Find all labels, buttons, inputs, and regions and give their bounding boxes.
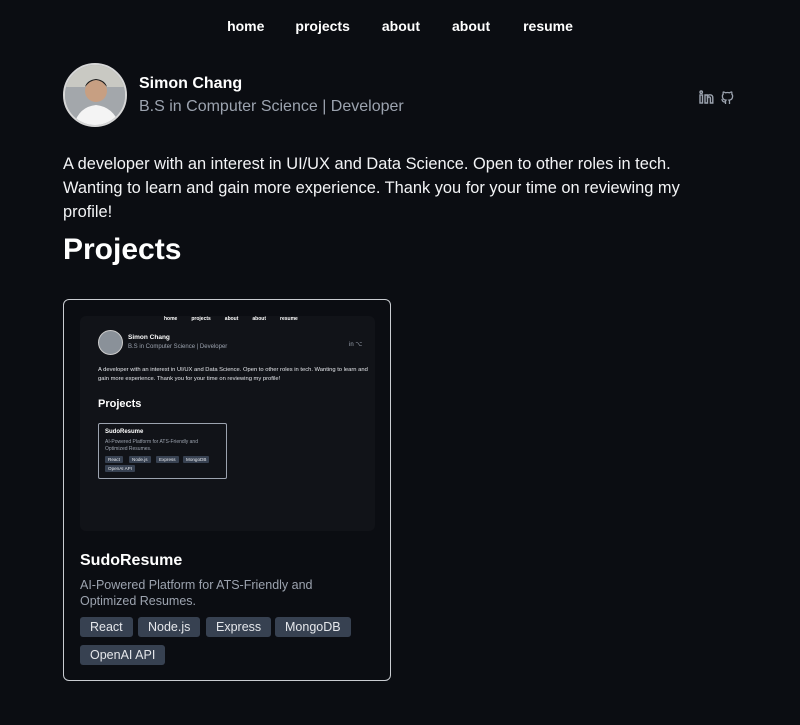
top-nav: home projects about about resume — [0, 18, 800, 34]
thumb-tag: Express — [156, 456, 179, 463]
thumb-name: Simon Chang — [128, 334, 170, 341]
nav-link-projects[interactable]: projects — [295, 18, 349, 34]
tag-openai-api: OpenAI API — [80, 645, 166, 665]
social-links — [699, 90, 735, 105]
thumb-tag: Node.js — [129, 456, 151, 463]
thumb-subtitle: B.S in Computer Science | Developer — [128, 344, 228, 350]
nav-link-about[interactable]: about — [382, 18, 420, 34]
project-thumbnail: home projects about about resume Simon C… — [80, 316, 375, 531]
thumb-social-icons: in ⌥ — [349, 342, 363, 348]
thumb-project-card: SudoResume AI-Powered Platform for ATS-F… — [98, 423, 227, 479]
bio-text: A developer with an interest in UI/UX an… — [63, 155, 680, 221]
tag-mongodb: MongoDB — [275, 617, 351, 637]
thumb-nav-about: about — [224, 316, 239, 322]
tag-react: React — [80, 617, 133, 637]
thumb-tag: OpenAI API — [105, 465, 136, 472]
thumb-bio: A developer with an interest in UI/UX an… — [98, 367, 368, 382]
avatar — [63, 63, 127, 127]
tag-nodejs: Node.js — [138, 617, 201, 637]
thumb-card-title: SudoResume — [105, 429, 144, 435]
thumb-nav-resume: resume — [280, 316, 298, 322]
thumb-tag: React — [105, 456, 124, 463]
nav-link-about-2[interactable]: about — [452, 18, 490, 34]
projects-heading: Projects — [63, 233, 182, 266]
github-icon[interactable] — [720, 90, 735, 105]
thumb-card-desc: AI-Powered Platform for ATS-Friendly and… — [105, 439, 198, 452]
nav-link-home[interactable]: home — [227, 18, 264, 34]
nav-link-resume[interactable]: resume — [523, 18, 573, 34]
profile-subtitle: B.S in Computer Science | Developer — [139, 98, 404, 115]
thumb-nav-projects: projects — [191, 316, 211, 322]
profile-header: Simon Chang B.S in Computer Science | De… — [63, 63, 735, 127]
profile-name: Simon Chang — [139, 75, 243, 92]
thumb-avatar — [98, 330, 123, 355]
thumb-nav-about-2: about — [252, 316, 267, 322]
project-card[interactable]: home projects about about resume Simon C… — [63, 299, 391, 681]
project-title[interactable]: SudoResume — [80, 552, 182, 570]
thumb-tag: MongoDB — [183, 456, 210, 463]
thumb-projects-heading: Projects — [98, 398, 142, 410]
thumb-nav: home projects about about resume — [164, 316, 298, 322]
project-description: AI-Powered Platform for ATS-Friendly and… — [80, 578, 313, 608]
thumb-nav-home: home — [164, 316, 178, 322]
tag-express: Express — [206, 617, 272, 637]
linkedin-icon[interactable] — [699, 90, 714, 105]
